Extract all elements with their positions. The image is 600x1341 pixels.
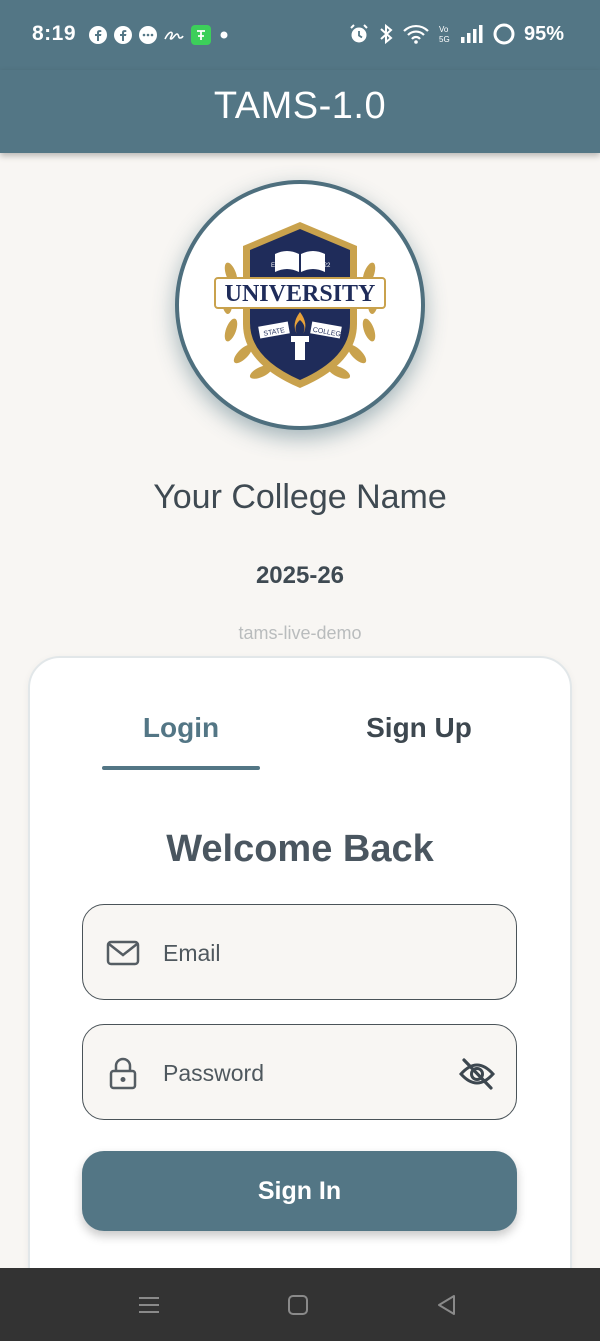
back-icon[interactable]: [432, 1290, 462, 1320]
tenant-id: tams-live-demo: [238, 623, 362, 643]
app-notification-icon: [191, 25, 211, 45]
bluetooth-icon: [380, 23, 393, 45]
email-field[interactable]: [82, 904, 517, 1001]
eye-off-icon[interactable]: [458, 1055, 496, 1093]
messenger-icon: [139, 26, 157, 44]
email-input[interactable]: [163, 905, 443, 1001]
password-input[interactable]: [163, 1025, 443, 1121]
battery-level: 95%: [523, 22, 564, 45]
university-crest-icon: ESTD. 2022 UNIVERSITY STATE COLLEGE: [214, 222, 386, 388]
academic-year: 2025-26: [255, 562, 345, 589]
college-name: Your College Name: [153, 478, 447, 516]
facebook-icon: [114, 26, 132, 44]
facebook-icon: [89, 26, 107, 44]
mail-icon: [106, 940, 140, 966]
recents-icon[interactable]: [134, 1290, 164, 1320]
tab-sign-up[interactable]: Sign Up: [340, 712, 498, 744]
logo-word: UNIVERSITY: [225, 281, 376, 307]
system-nav-bar: [0, 1268, 600, 1341]
system-status-icons: Vo 5G 95%: [348, 22, 564, 46]
svg-text:Vo: Vo: [439, 25, 449, 34]
sign-in-button[interactable]: Sign In: [82, 1151, 517, 1231]
status-time: 8:19: [32, 22, 77, 45]
logo-estd-year: 2022: [317, 263, 331, 269]
active-tab-indicator: [102, 766, 260, 770]
tab-login[interactable]: Login: [102, 712, 260, 744]
svg-text:5G: 5G: [439, 35, 450, 44]
lock-icon: [109, 1057, 137, 1090]
volte-icon: Vo5G: [439, 25, 450, 44]
app-title: TAMS-1.0: [213, 85, 387, 127]
signature-icon: [164, 31, 184, 40]
signal-icon: [460, 25, 483, 43]
college-logo: ESTD. 2022 UNIVERSITY STATE COLLEGE: [175, 180, 425, 430]
dot-icon: [220, 31, 228, 39]
wifi-icon: [403, 24, 429, 44]
battery-ring-icon: [493, 23, 515, 45]
status-bar: 8:19 Vo 5G 95%: [0, 0, 600, 70]
welcome-heading: Welcome Back: [166, 828, 434, 870]
alarm-icon: [350, 24, 368, 43]
logo-estd: ESTD.: [271, 263, 289, 269]
home-icon[interactable]: [283, 1290, 313, 1320]
app-bar: TAMS-1.0: [0, 70, 600, 153]
password-field[interactable]: [82, 1024, 517, 1121]
notification-icons: [88, 24, 231, 46]
